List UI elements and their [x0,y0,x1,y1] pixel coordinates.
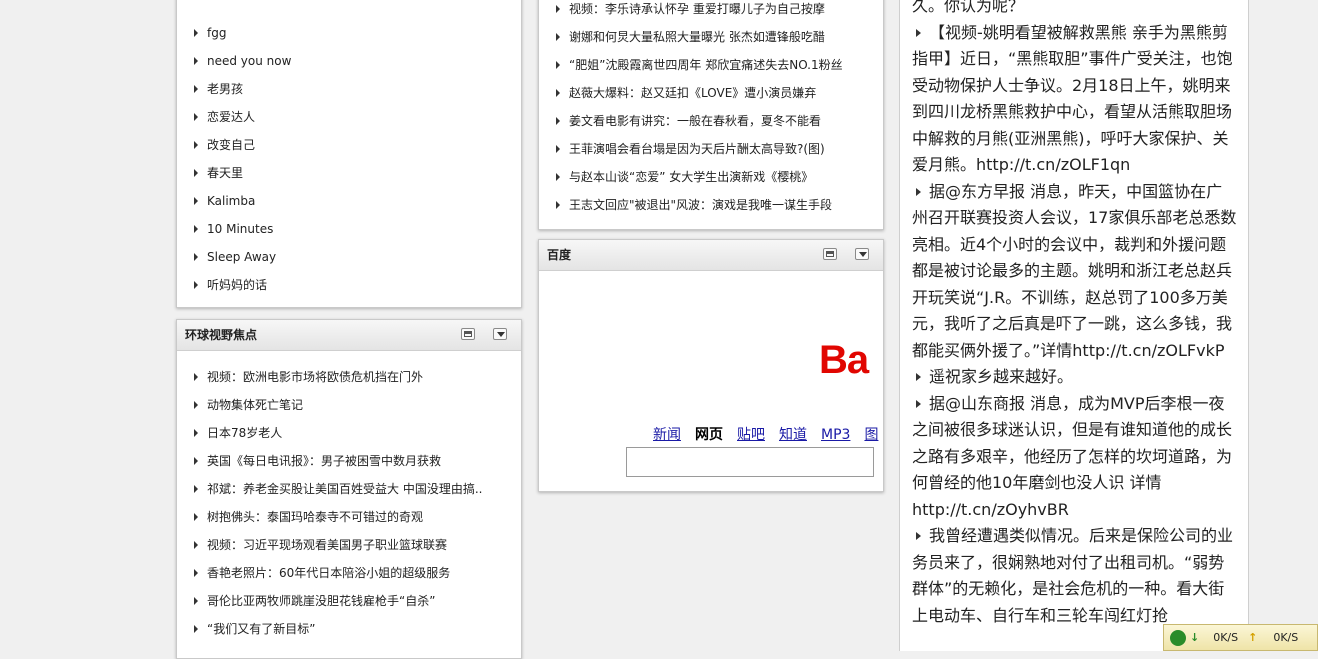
baidu-search-input[interactable] [626,447,874,477]
weibo-post: 我曾经遭遇类似情况。后来是保险公司的业务员来了，很娴熟地对付了出租司机。“弱势群… [912,523,1238,629]
list-item[interactable]: 英国《每日电讯报》：男子被困雪中数月获救 [177,447,521,475]
list-item[interactable]: “肥姐”沈殿霞离世四周年 郑欣宜痛述失去NO.1粉丝 [539,51,883,79]
weibo-post: 据@东方早报 消息，昨天，中国篮协在广州召开联赛投资人会议，17家俱乐部老总悉数… [912,179,1238,365]
list-item[interactable]: 老男孩 [177,75,521,103]
music-list: fgg need you now 老男孩 恋爱达人 改变自己 春天里 Kalimba 10 M… [177,0,521,299]
dropdown-icon[interactable] [855,248,869,260]
bullet-arrow-icon [916,187,921,196]
window-icon[interactable] [823,248,837,260]
list-item[interactable]: 树抱佛头：泰国玛哈泰寺不可错过的奇观 [177,503,521,531]
baidu-logo: Ba [819,338,869,382]
panel-header: 百度 [539,240,883,271]
list-item[interactable]: fgg [177,19,521,47]
up-speed: 0K/S [1273,631,1299,644]
list-item[interactable]: 视频：李乐诗承认怀孕 重爱打曝儿子为自己按摩 [539,0,883,23]
weibo-post-text: 据@山东商报 消息，成为MVP后李根一夜之间被很多球迷认识，但是有谁知道他的成长… [912,393,1233,519]
weibo-post: 【视频-姚明看望被解救黑熊 亲手为黑熊剪指甲】近日，“黑熊取胆”事件广受关注，也… [912,20,1238,179]
baidu-link[interactable]: 贴吧 [737,427,765,443]
list-item[interactable]: 与赵本山谈“恋爱” 女大学生出演新戏《樱桃》 [539,163,883,191]
bullet-arrow-icon [916,373,921,381]
list-item[interactable]: 香艳老照片：60年代日本陪浴小姐的超级服务 [177,559,521,587]
weibo-post-text: 我曾经遭遇类似情况。后来是保险公司的业务员来了，很娴熟地对付了出租司机。“弱势群… [912,526,1234,625]
baidu-link[interactable]: 图 [864,427,878,443]
baidu-link[interactable]: 新闻 [653,427,681,443]
bullet-arrow-icon [916,28,921,37]
weibo-post-text: 据@东方早报 消息，昨天，中国篮协在广州召开联赛投资人会议，17家俱乐部老总悉数… [912,181,1237,360]
list-item[interactable]: 谢娜和何炅大量私照大量曝光 张杰如遭锋般吃醋 [539,23,883,51]
list-item[interactable]: 恋爱达人 [177,103,521,131]
baidu-cut-links [661,271,871,275]
list-item[interactable]: 视频：欧洲电影市场将欧债危机挡在门外 [177,363,521,391]
list-item[interactable]: 春天里 [177,159,521,187]
list-item[interactable]: need you now [177,47,521,75]
weibo-post: 据@山东商报 消息，成为MVP后李根一夜之间被很多球迷认识，但是有谁知道他的成长… [912,391,1238,524]
list-item[interactable]: Sleep Away [177,243,521,271]
panel-title: 环球视野焦点 [185,328,258,342]
list-item[interactable]: 王志文回应"被退出"风波：演戏是我唯一谋生手段 [539,191,883,219]
down-arrow-icon: ↓ [1190,631,1200,644]
global-news-list: 视频：欧洲电影市场将欧债危机挡在门外 动物集体死亡笔记 日本78岁老人 英国《每日电讯… [177,351,521,643]
list-item[interactable]: 姜文看电影有讲究：一般在春秋看，夏冬不能看 [539,107,883,135]
weibo-post: 遥祝家乡越来越好。 [912,364,1238,391]
weibo-posts: 【视频-姚明看望被解救黑熊 亲手为黑熊剪指甲】近日，“黑熊取胆”事件广受关注，也… [912,20,1238,630]
baidu-link[interactable]: 网页 [695,427,723,443]
window-icon[interactable] [461,328,475,340]
list-item[interactable]: “我们又有了新目标” [177,615,521,643]
list-item[interactable]: 祁斌：养老金买股让美国百姓受益大 中国没理由搞.. [177,475,521,503]
weibo-post-text: 遥祝家乡越来越好。 [929,367,1074,386]
entertainment-news-list: 视频：李乐诗承认怀孕 重爱打曝儿子为自己按摩 谢娜和何炅大量私照大量曝光 张杰如遭… [539,0,883,219]
baidu-link[interactable]: 知道 [779,427,807,443]
speed-tray: ↓ 0K/S ↑ 0K/S [1163,624,1318,651]
baidu-nav: 新闻 网页 贴吧 知道 MP3 图 [653,424,892,444]
up-arrow-icon: ↑ [1248,631,1258,644]
dropdown-icon[interactable] [493,328,507,340]
panel-header: 环球视野焦点 [177,320,521,351]
bullet-arrow-icon [916,532,921,540]
weibo-feed: 久。你认为呢？ 【视频-姚明看望被解救黑熊 亲手为黑熊剪指甲】近日，“黑熊取胆”… [899,0,1249,651]
list-item[interactable]: 王菲演唱会看台塌是因为天后片酬太高导致?(图) [539,135,883,163]
down-speed: 0K/S [1213,631,1239,644]
list-item[interactable]: Kalimba [177,187,521,215]
baidu-link[interactable]: MP3 [821,427,850,443]
global-focus-panel: 环球视野焦点 视频：欧洲电影市场将欧债危机挡在门外 动物集体死亡笔记 日本78岁老人… [176,319,522,659]
feed-fragment: 久。你认为呢？ [912,0,1025,15]
list-item[interactable]: 动物集体死亡笔记 [177,391,521,419]
list-item[interactable]: 听妈妈的话 [177,271,521,299]
list-item[interactable]: 日本78岁老人 [177,419,521,447]
list-item[interactable]: 赵薇大爆料：赵又廷扣《LOVE》遭小演员嫌弃 [539,79,883,107]
bullet-arrow-icon [916,399,921,408]
weibo-post-text: 【视频-姚明看望被解救黑熊 亲手为黑熊剪指甲】近日，“黑熊取胆”事件广受关注，也… [912,22,1233,175]
entertainment-news-panel: 视频：李乐诗承认怀孕 重爱打曝儿子为自己按摩 谢娜和何炅大量私照大量曝光 张杰如遭… [538,0,884,230]
music-list-panel: fgg need you now 老男孩 恋爱达人 改变自己 春天里 Kalimba 10 M… [176,0,522,308]
panel-title: 百度 [547,248,572,262]
tray-logo-icon[interactable] [1170,629,1186,646]
list-item[interactable]: 改变自己 [177,131,521,159]
page-margin [1249,0,1318,651]
list-item[interactable]: 视频：习近平现场观看美国男子职业篮球联赛 [177,531,521,559]
list-item[interactable]: 哥伦比亚两牧师跳崖没胆花钱雇枪手“自杀” [177,587,521,615]
list-item[interactable]: 10 Minutes [177,215,521,243]
